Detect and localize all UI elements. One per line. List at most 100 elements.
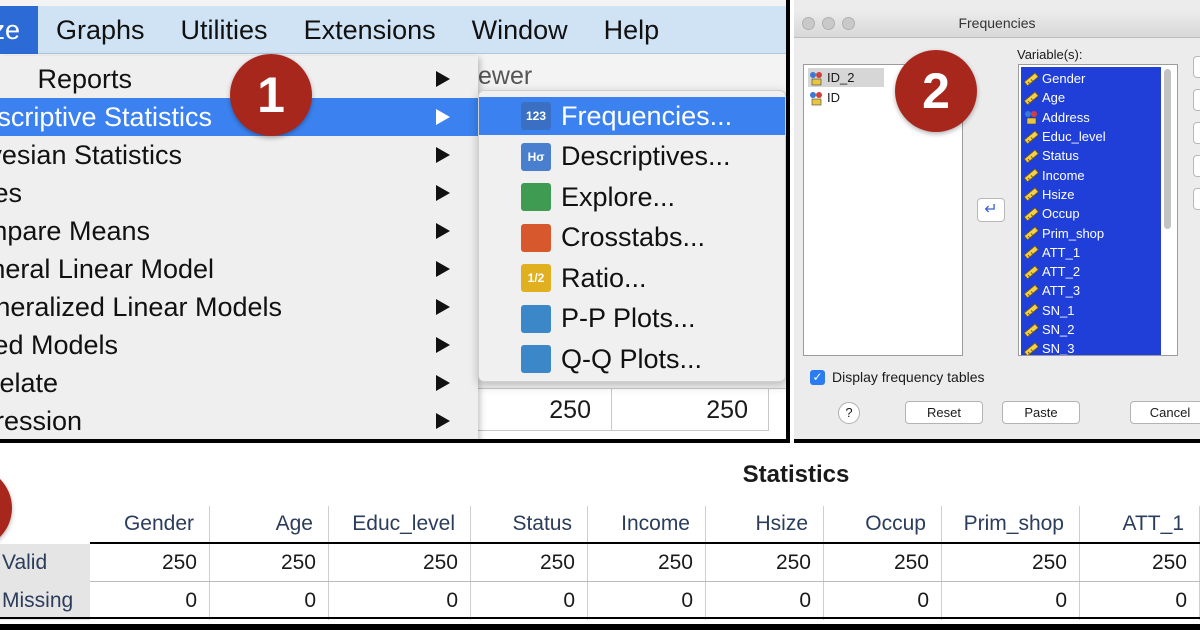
table-cell: 250 <box>471 544 588 582</box>
selected-variable-att-3[interactable]: ATT_3 <box>1023 281 1080 300</box>
move-variable-button[interactable]: ↵ <box>977 198 1005 222</box>
menu-item-label: Regression <box>0 406 82 436</box>
descriptive-statistics-submenu: 123 Frequencies... Hσ Descriptives... Explor… <box>478 90 786 382</box>
table-cell: 0 <box>90 582 210 620</box>
menu-help[interactable]: Help <box>586 6 678 54</box>
menu-extensions[interactable]: Extensions <box>286 6 454 54</box>
help-button[interactable]: ? <box>838 402 860 424</box>
menu-item-label-clip: Mixed Models <box>0 326 118 364</box>
selected-variables-list[interactable]: Gender Age Address Educ_level Status Income Hs… <box>1018 64 1178 356</box>
table-cell: 250 <box>90 544 210 582</box>
menu-item-label-clip: Generalized Linear Models <box>0 288 282 326</box>
submenu-item-crosstabs[interactable]: Crosstabs... <box>479 219 785 257</box>
table-cell: 250 <box>210 544 329 582</box>
table-cell: 250 <box>329 544 471 582</box>
descriptives-icon: Hσ <box>521 142 551 171</box>
table-cell: 250 <box>588 544 706 582</box>
menu-item-compare-means[interactable]: Compare Means <box>0 212 478 250</box>
submenu-item-label: Descriptives... <box>561 141 731 171</box>
selected-variable-sn-2[interactable]: SN_2 <box>1023 320 1075 339</box>
selected-variable-age[interactable]: Age <box>1023 88 1065 107</box>
column-header: ATT_1 <box>1080 506 1200 542</box>
menu-analyze[interactable]: Analyze <box>0 5 38 54</box>
selected-variable-hsize[interactable]: Hsize <box>1023 185 1075 204</box>
selected-variable-att-2[interactable]: ATT_2 <box>1023 262 1080 281</box>
column-header: Gender <box>90 506 210 542</box>
selected-variable-gender[interactable]: Gender <box>1023 69 1085 88</box>
bootstrap-button[interactable] <box>1193 188 1200 210</box>
submenu-item-frequencies[interactable]: 123 Frequencies... <box>479 97 785 135</box>
spss-menu-panel: AnalyzeGraphsUtilitiesExtensionsWindowHe… <box>0 0 790 443</box>
column-header: Educ_level <box>329 506 471 542</box>
menu-item-correlate[interactable]: Correlate <box>0 364 478 402</box>
qq-plots-icon <box>521 345 551 373</box>
selected-variable-sn-1[interactable]: SN_1 <box>1023 301 1075 320</box>
menu-item-mixed-models[interactable]: Mixed Models <box>0 326 478 364</box>
selected-variable-educ-level[interactable]: Educ_level <box>1023 127 1106 146</box>
menu-item-label-clip: Regression <box>0 402 82 439</box>
reset-button[interactable]: Reset <box>905 401 983 424</box>
menu-graphs[interactable]: Graphs <box>38 6 163 54</box>
selected-variable-occup[interactable]: Occup <box>1023 204 1080 223</box>
selected-variable-prim-shop[interactable]: Prim_shop <box>1023 223 1104 242</box>
source-variable-id-2[interactable]: ID_2 <box>808 68 884 87</box>
submenu-item-label: Ratio... <box>561 262 647 293</box>
format-button[interactable] <box>1193 122 1200 144</box>
statistics-button[interactable] <box>1193 56 1200 78</box>
pp-plots-icon <box>521 304 551 333</box>
table-bottom-rule <box>0 617 1200 619</box>
menu-item-general-linear-model[interactable]: General Linear Model <box>0 250 478 288</box>
scale-variable-icon <box>1023 302 1039 318</box>
selected-variable-sn-3[interactable]: SN_3 <box>1023 339 1075 355</box>
style-button[interactable] <box>1193 155 1200 177</box>
variable-label: Age <box>1042 90 1066 106</box>
variable-label: Prim_shop <box>1042 225 1105 241</box>
scale-variable-icon <box>1023 225 1039 241</box>
row-divider <box>90 581 1200 582</box>
menu-item-regression[interactable]: Regression <box>0 402 478 439</box>
chevron-right-icon <box>436 261 450 277</box>
variable-label: SN_2 <box>1042 322 1075 338</box>
list-scrollbar[interactable] <box>1164 69 1171 229</box>
menu-item-label: General Linear Model <box>0 254 214 284</box>
dialog-titlebar: Frequencies <box>794 10 1200 38</box>
cancel-button[interactable]: Cancel <box>1130 401 1200 424</box>
submenu-item-q-q-plots[interactable]: Q-Q Plots... <box>479 340 785 378</box>
variable-label: Status <box>1042 148 1079 164</box>
selected-variable-status[interactable]: Status <box>1023 146 1079 165</box>
submenu-item-explore[interactable]: Explore... <box>479 178 785 216</box>
column-header: Occup <box>824 506 942 542</box>
menu-utilities[interactable]: Utilities <box>163 6 286 54</box>
selected-variable-address[interactable]: Address <box>1023 108 1090 127</box>
submenu-item-label: Frequencies... <box>561 100 733 131</box>
scale-variable-icon <box>1023 322 1039 338</box>
scale-variable-icon <box>1023 206 1039 222</box>
scale-variable-icon <box>1023 244 1039 260</box>
selected-variable-att-1[interactable]: ATT_1 <box>1023 243 1080 262</box>
menu-window[interactable]: Window <box>454 6 586 54</box>
paste-button[interactable]: Paste <box>1002 401 1080 424</box>
arrow-left-icon: ↵ <box>984 201 998 218</box>
submenu-item-descriptives[interactable]: Hσ Descriptives... <box>479 138 785 176</box>
table-cell: 0 <box>706 582 824 620</box>
menu-item-label-clip: Correlate <box>0 364 58 402</box>
charts-button[interactable] <box>1193 89 1200 111</box>
menu-item-label-clip: Compare Means <box>0 212 150 250</box>
table-cell: 250 <box>942 544 1080 582</box>
submenu-item-p-p-plots[interactable]: P-P Plots... <box>479 300 785 338</box>
chevron-right-icon <box>436 413 450 429</box>
table-cell: 0 <box>1080 582 1200 620</box>
row-label-valid: Valid <box>0 544 90 582</box>
submenu-item-ratio[interactable]: 1/2 Ratio... <box>479 259 785 297</box>
menu-item-label: Correlate <box>0 368 58 398</box>
submenu-item-label: P-P Plots... <box>561 303 696 333</box>
selected-variable-income[interactable]: Income <box>1023 166 1085 185</box>
menu-item-bayesian-statistics[interactable]: Bayesian Statistics <box>0 136 478 174</box>
chevron-right-icon <box>436 337 450 353</box>
checkbox-checked-icon[interactable]: ✓ <box>810 369 825 385</box>
chevron-right-icon <box>436 375 450 391</box>
menu-item-generalized-linear-models[interactable]: Generalized Linear Models <box>0 288 478 326</box>
source-variable-id[interactable]: ID <box>808 88 840 107</box>
display-frequency-tables-option[interactable]: ✓ Display frequency tables <box>810 369 985 385</box>
menu-item-tables[interactable]: Tables <box>0 174 478 212</box>
